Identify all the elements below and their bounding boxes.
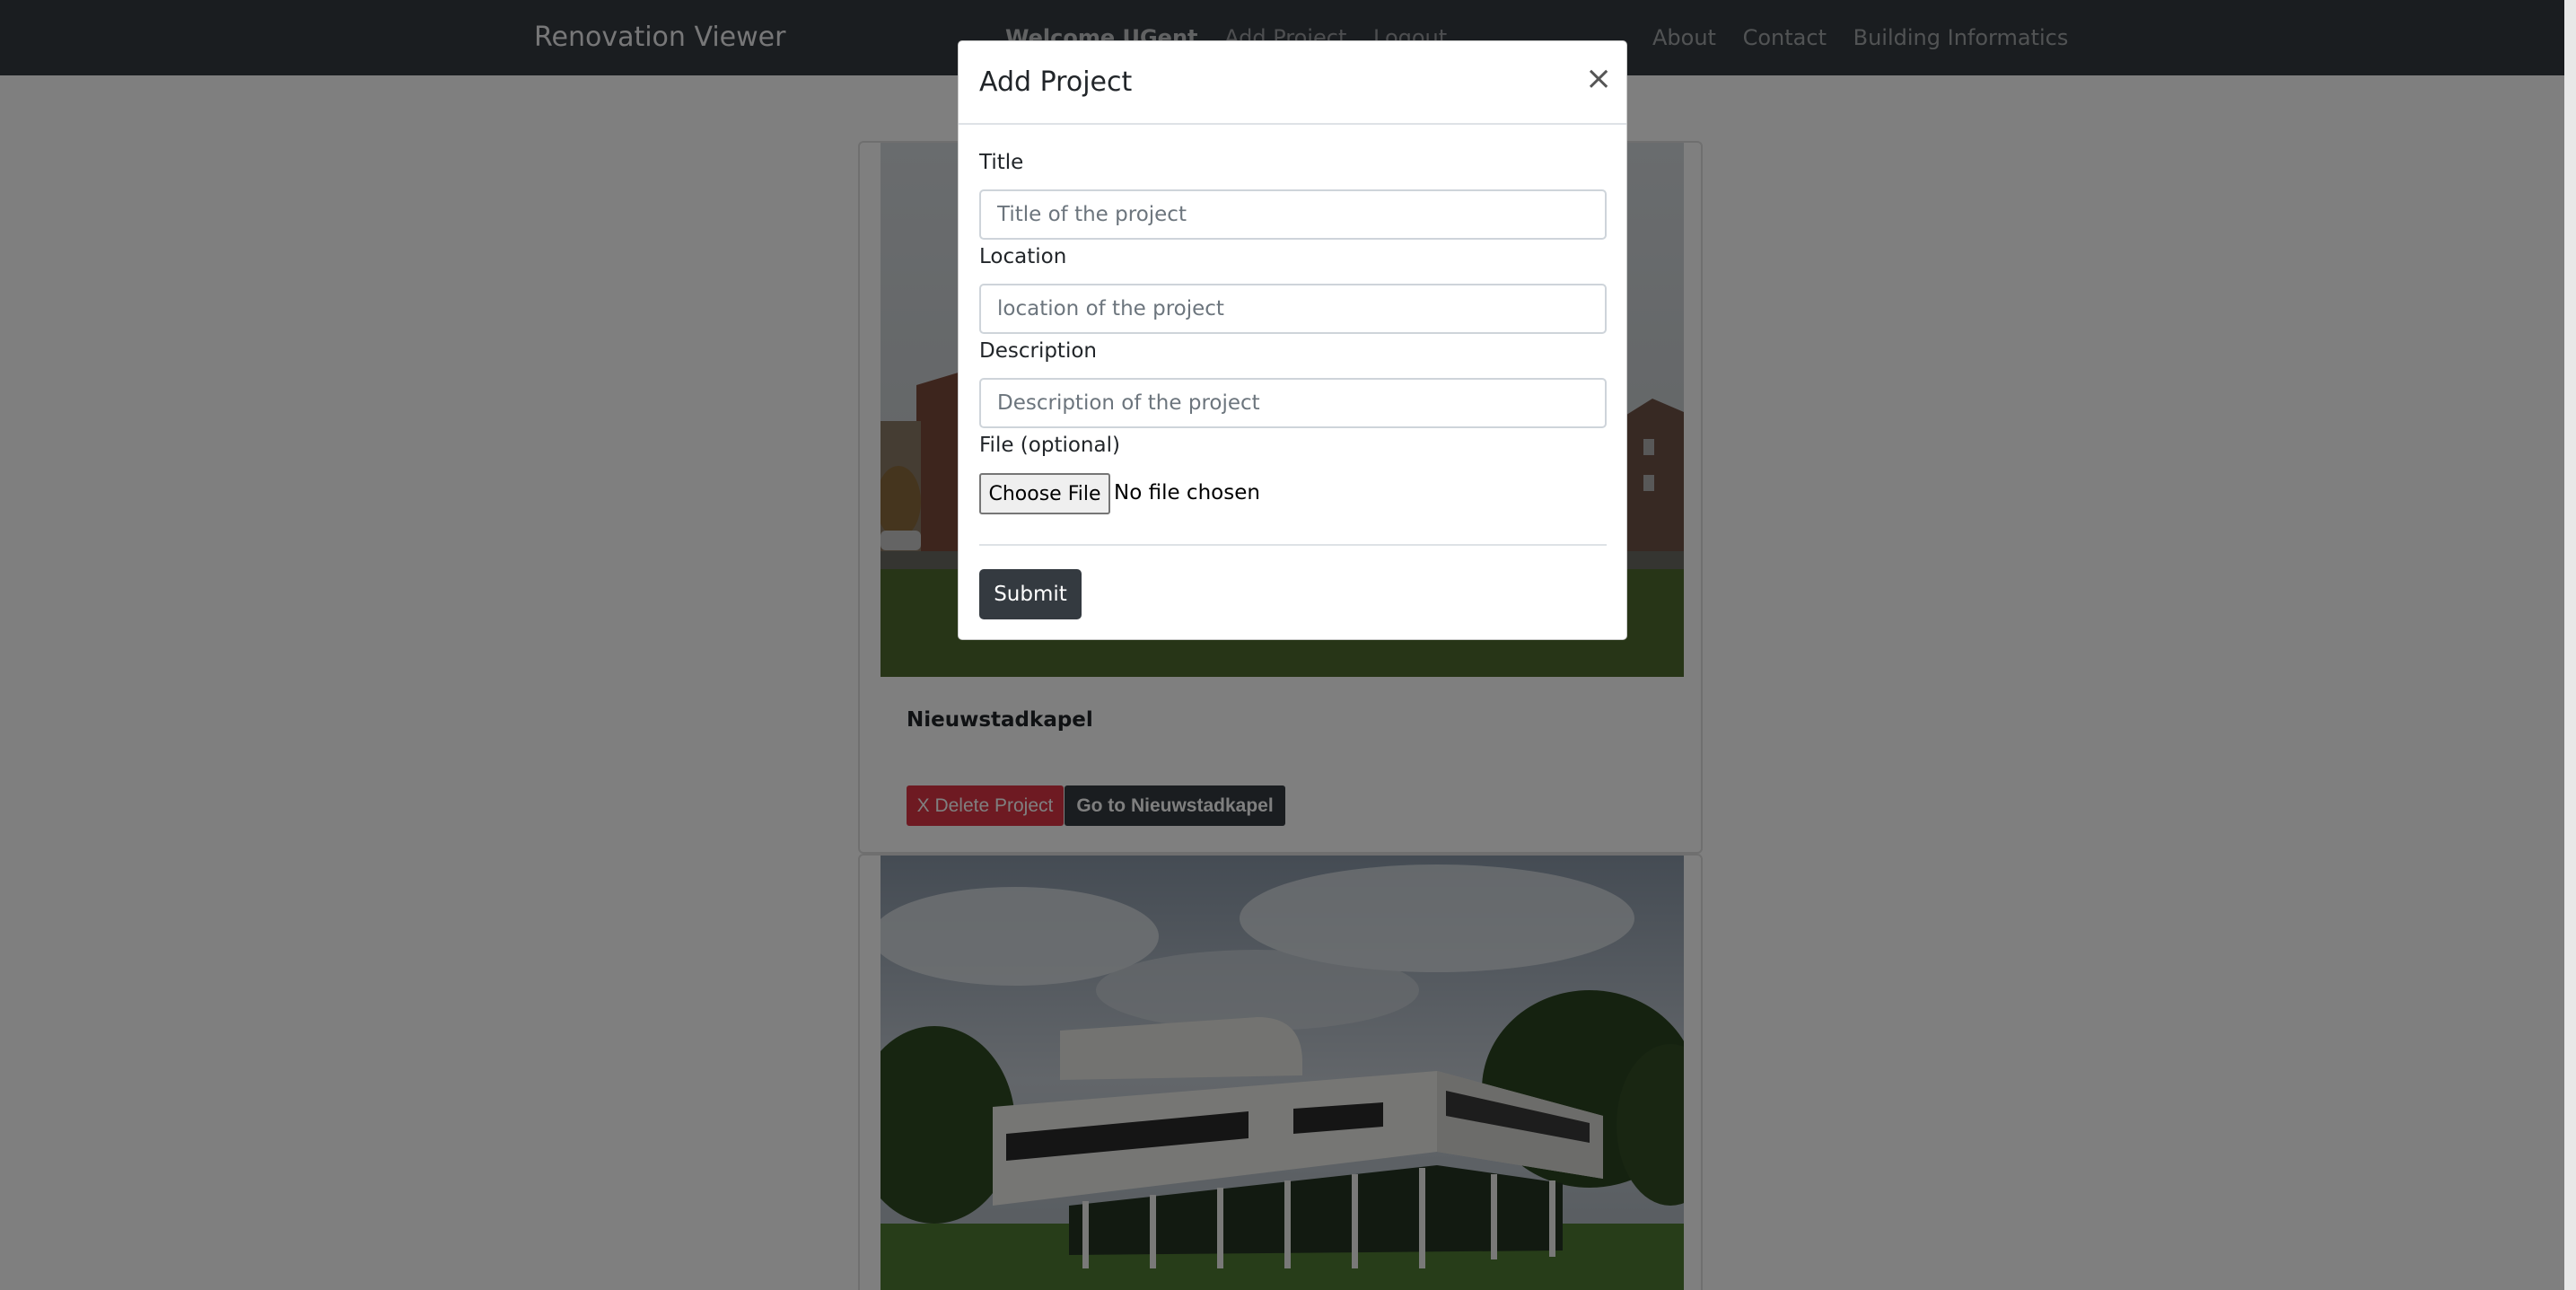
location-label: Location <box>979 245 1067 268</box>
description-label: Description <box>979 339 1097 363</box>
title-input[interactable] <box>979 189 1607 240</box>
close-icon[interactable]: × <box>1585 63 1612 95</box>
submit-button[interactable]: Submit <box>979 569 1082 619</box>
title-label: Title <box>979 151 1024 174</box>
add-project-modal: Add Project × Title Location Description… <box>958 40 1627 640</box>
location-input[interactable] <box>979 284 1607 334</box>
description-input[interactable] <box>979 378 1607 428</box>
file-status-text: No file chosen <box>1114 481 1260 505</box>
modal-divider <box>979 544 1607 546</box>
page-scrollbar[interactable] <box>2564 0 2576 1290</box>
modal-title: Add Project <box>979 66 1133 98</box>
modal-header: Add Project × <box>959 41 1626 125</box>
file-label: File (optional) <box>979 434 1120 457</box>
choose-file-button[interactable]: Choose File <box>979 473 1110 514</box>
